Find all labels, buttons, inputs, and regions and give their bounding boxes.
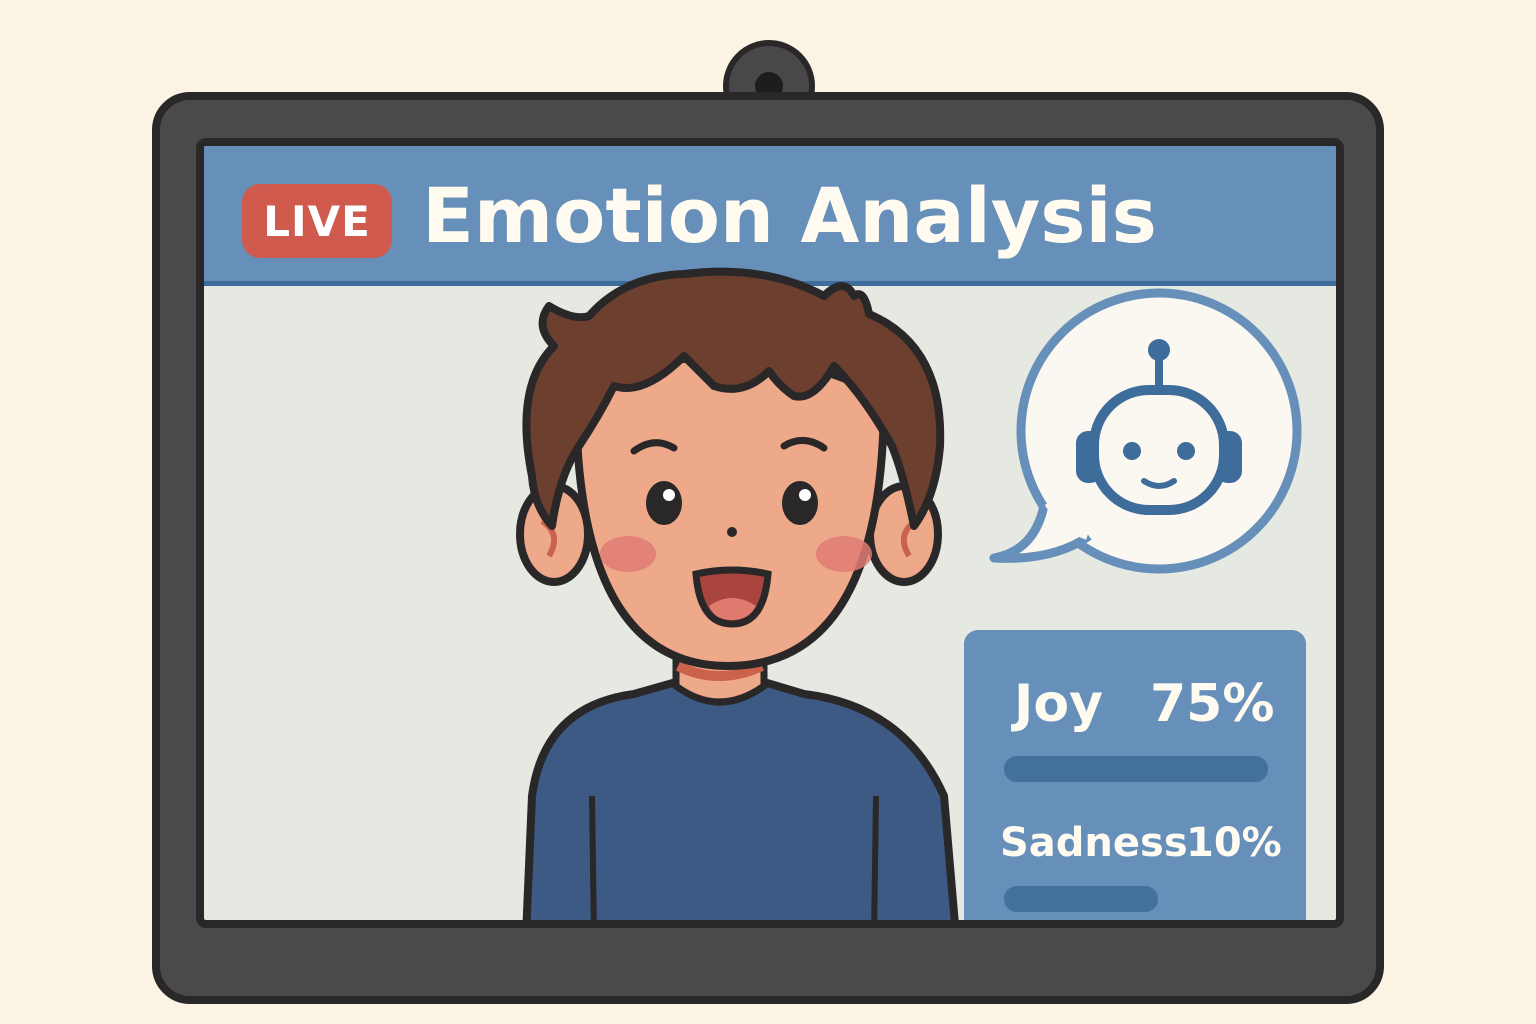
emotion-bar-fill-sadness — [1004, 886, 1158, 912]
emotion-bar-joy — [1004, 756, 1268, 782]
emotion-percent-joy: 75% — [1150, 674, 1275, 734]
emotion-panel: Joy 75% Sadness 10% — [964, 630, 1306, 920]
emotion-name-sadness: Sadness — [1000, 820, 1188, 866]
emotion-bar-sadness — [1004, 886, 1158, 912]
emotion-bar-fill-joy — [1004, 756, 1268, 782]
video-screen: LIVE Emotion Analysis Joy 75% Sadness 10… — [196, 138, 1344, 928]
emotion-name-joy: Joy — [1014, 674, 1103, 734]
emotion-percent-sadness: 10% — [1186, 820, 1282, 866]
